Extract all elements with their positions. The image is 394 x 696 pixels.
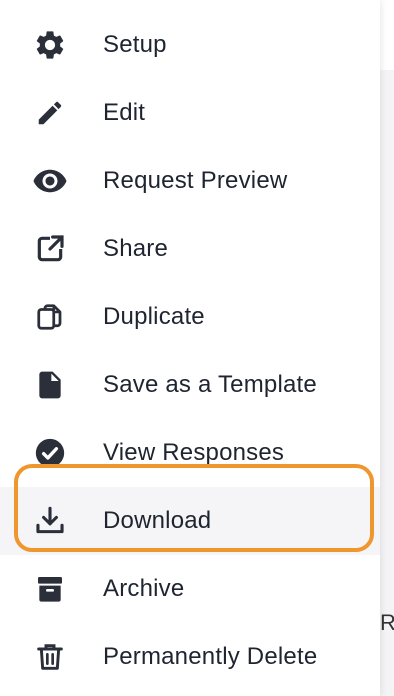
menu-item-label: Permanently Delete [103,643,318,670]
archive-icon [32,571,68,607]
menu-item-setup[interactable]: Setup [0,11,380,79]
background-page-top [380,0,394,70]
menu-item-label: Setup [103,31,167,58]
menu-item-edit[interactable]: Edit [0,79,380,147]
pencil-icon [32,95,68,131]
menu-item-duplicate[interactable]: Duplicate [0,283,380,351]
menu-item-permanently-delete[interactable]: Permanently Delete [0,623,380,691]
external-link-icon [32,231,68,267]
background-page [380,0,394,696]
menu-item-label: Edit [103,99,146,126]
menu-item-label: Request Preview [103,167,288,194]
menu-item-label: Archive [103,575,185,602]
check-circle-icon [32,435,68,471]
menu-item-share[interactable]: Share [0,215,380,283]
gear-icon [32,27,68,63]
download-icon [32,503,68,539]
actions-menu: Setup Edit Request Preview Share Duplica… [0,0,380,696]
menu-item-label: Download [103,507,212,534]
menu-item-label: Save as a Template [103,371,317,398]
menu-item-view-responses[interactable]: View Responses [0,419,380,487]
file-icon [32,367,68,403]
trash-icon [32,639,68,675]
menu-item-request-preview[interactable]: Request Preview [0,147,380,215]
copy-icon [32,299,68,335]
menu-item-label: Duplicate [103,303,205,330]
menu-item-archive[interactable]: Archive [0,555,380,623]
background-partial-text: Re [380,610,394,635]
menu-item-download[interactable]: Download [0,487,380,555]
menu-item-label: View Responses [103,439,285,466]
menu-item-save-as-template[interactable]: Save as a Template [0,351,380,419]
eye-icon [32,163,68,199]
menu-item-label: Share [103,235,169,262]
